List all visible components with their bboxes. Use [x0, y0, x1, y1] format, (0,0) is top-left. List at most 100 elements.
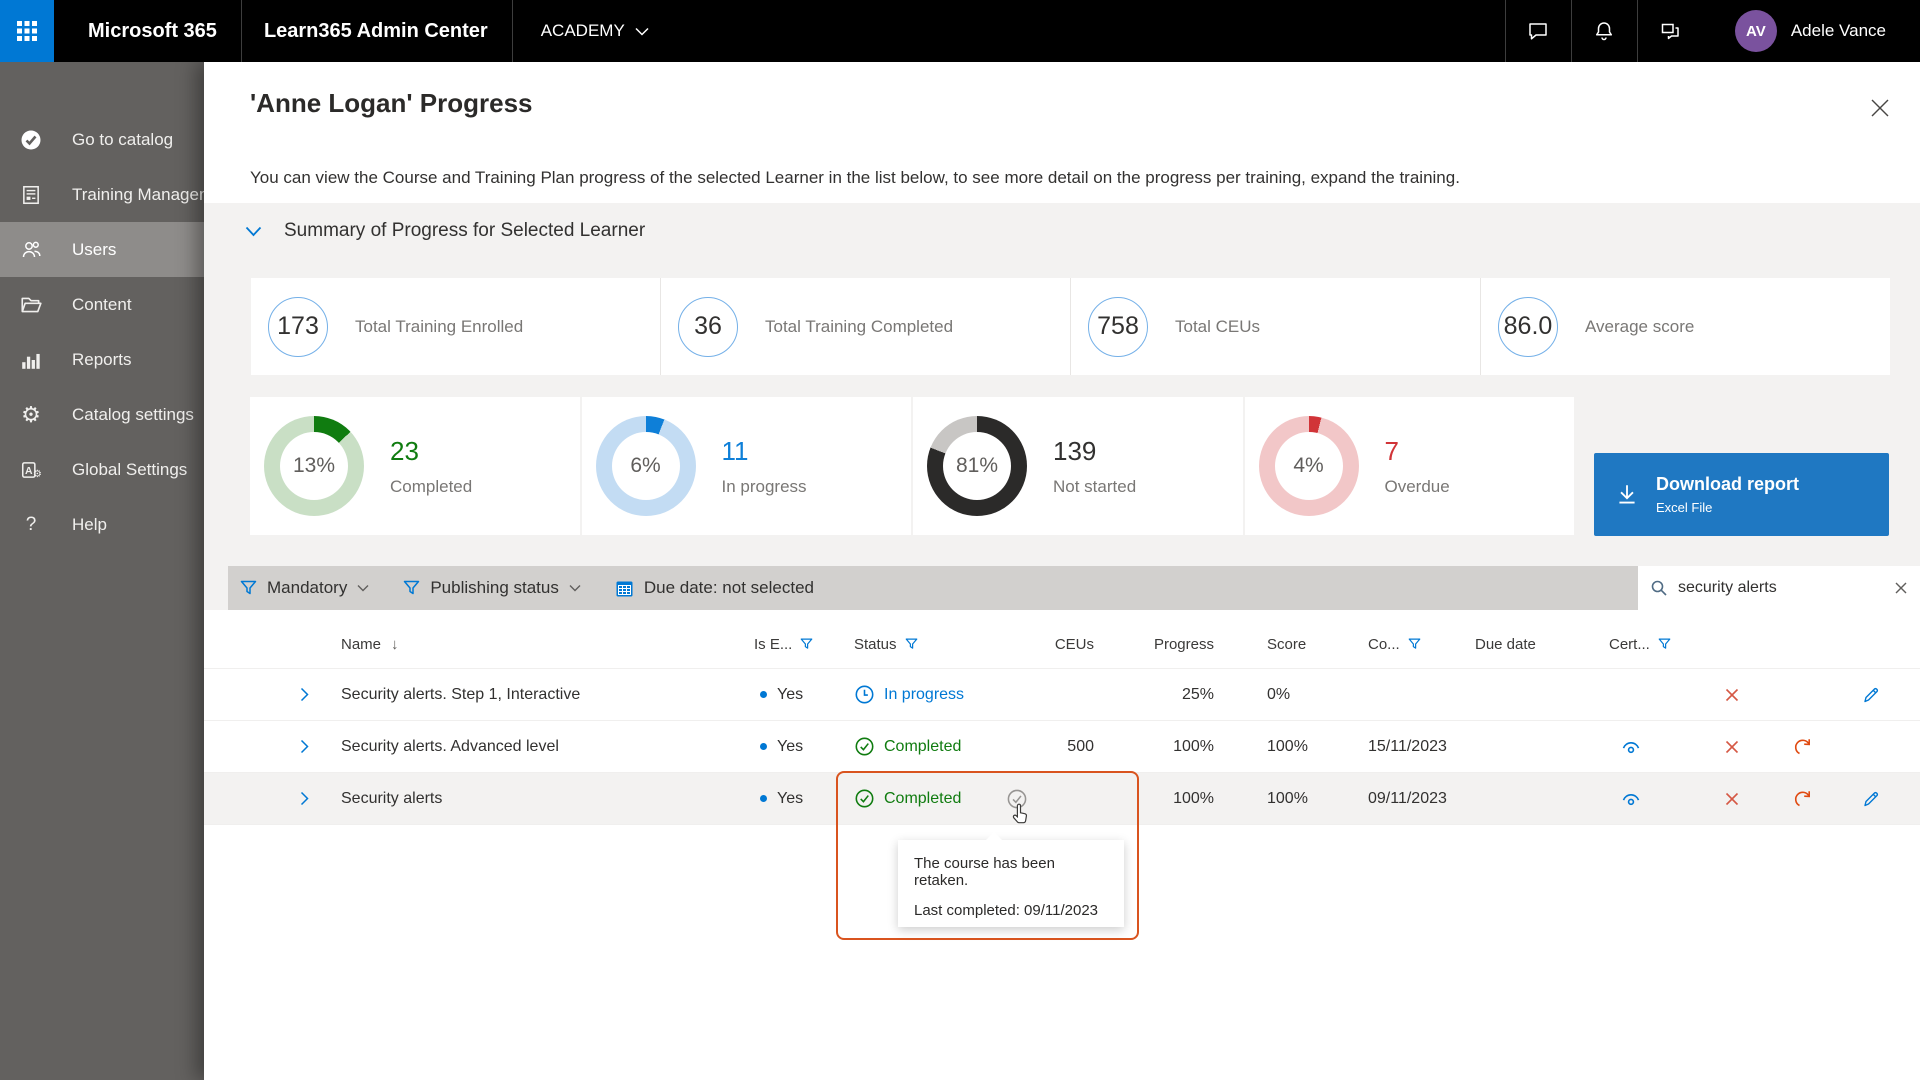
stat-total-completed: 36 Total Training Completed [660, 278, 1070, 375]
training-management-icon [18, 182, 44, 208]
column-filter-icon[interactable] [800, 638, 813, 650]
column-header-completed[interactable]: Co... [1368, 620, 1421, 668]
stat-value: 173 [268, 297, 328, 357]
column-header-is-enrolled[interactable]: Is E... [754, 620, 813, 668]
table-row-selected[interactable]: Security alerts Yes Completed 100% 100% … [204, 772, 1920, 825]
retaken-tooltip: The course has been retaken. Last comple… [898, 840, 1124, 927]
remove-x-icon [1722, 737, 1742, 757]
brand-title[interactable]: Microsoft 365 [88, 20, 217, 43]
eye-icon [1620, 788, 1642, 810]
view-certificate-button[interactable] [1620, 721, 1642, 772]
download-report-button[interactable]: Download report Excel File [1594, 453, 1889, 536]
learner-progress-dialog: 'Anne Logan' Progress You can view the C… [204, 62, 1920, 1080]
enrolled-dot-icon [760, 669, 767, 720]
retake-course-button[interactable] [1794, 773, 1814, 824]
donut-label: Not started [1053, 477, 1136, 497]
stat-total-ceus: 758 Total CEUs [1070, 278, 1480, 375]
filter-funnel-icon [403, 580, 420, 596]
remove-enrollment-button[interactable] [1722, 773, 1742, 824]
column-header-progress[interactable]: Progress [1132, 620, 1214, 668]
publishing-status-filter[interactable]: Publishing status [403, 578, 581, 598]
user-name[interactable]: Adele Vance [1791, 21, 1886, 41]
summary-collapse-header[interactable]: Summary of Progress for Selected Learner [245, 220, 645, 242]
sidebar-item-help[interactable]: ? Help [0, 497, 204, 552]
download-button-label: Download report [1656, 474, 1799, 495]
overdue-donut-chart: 4% [1259, 416, 1359, 516]
table-header-row: Name↓ Is E... Status CEUs Progress Score… [204, 620, 1920, 668]
sort-descending-icon: ↓ [391, 636, 399, 653]
column-header-certificates[interactable]: Cert... [1609, 620, 1671, 668]
expand-chevron-icon[interactable] [300, 773, 309, 824]
sidebar-item-global-settings[interactable]: A ⚙ Global Settings [0, 442, 204, 497]
stat-value: 36 [678, 297, 738, 357]
expand-chevron-icon[interactable] [300, 669, 309, 720]
column-header-score[interactable]: Score [1267, 620, 1306, 668]
search-clear-button[interactable] [1894, 581, 1908, 595]
edit-button[interactable] [1861, 773, 1881, 824]
column-header-due-date[interactable]: Due date [1475, 620, 1536, 668]
app-launcher-button[interactable] [0, 0, 54, 62]
top-app-bar: Microsoft 365 Learn365 Admin Center ACAD… [0, 0, 1920, 62]
column-header-name[interactable]: Name↓ [341, 620, 399, 668]
column-filter-icon[interactable] [905, 638, 918, 650]
global-settings-icon: A ⚙ [18, 457, 44, 483]
completed-check-icon [854, 773, 875, 824]
search-input[interactable] [1678, 579, 1894, 597]
is-enrolled-value: Yes [777, 773, 803, 824]
calendar-icon [615, 579, 634, 598]
status-value: In progress [884, 669, 964, 720]
donut-label: Overdue [1385, 477, 1450, 497]
sidebar-item-label: Global Settings [72, 460, 187, 480]
feedback-button[interactable] [1637, 0, 1703, 62]
eye-icon [1620, 736, 1642, 758]
sidebar-item-users[interactable]: Users [0, 222, 204, 277]
search-icon [1650, 579, 1668, 597]
column-filter-icon[interactable] [1658, 638, 1671, 650]
tenant-dropdown[interactable]: ACADEMY [541, 21, 649, 41]
search-box [1638, 566, 1920, 610]
column-header-status[interactable]: Status [854, 620, 918, 668]
retake-redo-icon [1794, 789, 1814, 809]
expand-chevron-icon[interactable] [300, 721, 309, 772]
mandatory-filter[interactable]: Mandatory [240, 578, 369, 598]
column-header-ceus[interactable]: CEUs [1010, 620, 1094, 668]
publishing-status-filter-label: Publishing status [430, 578, 559, 598]
sidebar-item-go-to-catalog[interactable]: Go to catalog [0, 112, 204, 167]
view-certificate-button[interactable] [1620, 773, 1642, 824]
donut-count: 11 [722, 436, 807, 467]
donut-in-progress: 6% 11 In progress [582, 397, 912, 535]
chevron-down-icon [357, 584, 369, 592]
tooltip-line: Last completed: 09/11/2023 [914, 902, 1108, 919]
feedback-icon [1658, 19, 1682, 43]
status-value: Completed [884, 773, 961, 824]
sidebar-item-training-management[interactable]: Training Management [0, 167, 204, 222]
retake-course-button[interactable] [1794, 721, 1814, 772]
due-date-filter[interactable]: Due date: not selected [615, 578, 814, 598]
svg-text:⚙: ⚙ [33, 468, 42, 479]
sidebar-item-content[interactable]: Content [0, 277, 204, 332]
remove-enrollment-button[interactable] [1722, 721, 1742, 772]
help-icon: ? [18, 514, 44, 536]
download-button-sublabel: Excel File [1656, 500, 1799, 515]
donut-label: In progress [722, 477, 807, 497]
remove-enrollment-button[interactable] [1722, 669, 1742, 720]
edit-button[interactable] [1861, 669, 1881, 720]
ceus-value [1010, 669, 1094, 720]
sidebar-item-catalog-settings[interactable]: ⚙ Catalog settings [0, 387, 204, 442]
table-row[interactable]: Security alerts. Step 1, Interactive Yes… [204, 668, 1920, 720]
column-filter-icon[interactable] [1408, 638, 1421, 650]
app-title[interactable]: Learn365 Admin Center [264, 20, 488, 43]
table-row[interactable]: Security alerts. Advanced level Yes Comp… [204, 720, 1920, 772]
sidebar-item-label: Go to catalog [72, 130, 173, 150]
in-progress-donut-chart: 6% [596, 416, 696, 516]
donut-count: 23 [390, 436, 472, 467]
close-button[interactable] [1868, 96, 1892, 120]
training-table: Name↓ Is E... Status CEUs Progress Score… [204, 620, 1920, 1080]
avatar[interactable]: AV [1735, 10, 1777, 52]
notifications-button[interactable] [1571, 0, 1637, 62]
score-value: 100% [1267, 773, 1308, 824]
sidebar-item-label: Users [72, 240, 116, 260]
chat-button[interactable] [1505, 0, 1571, 62]
sidebar-item-reports[interactable]: Reports [0, 332, 204, 387]
sidebar-item-label: Help [72, 515, 107, 535]
